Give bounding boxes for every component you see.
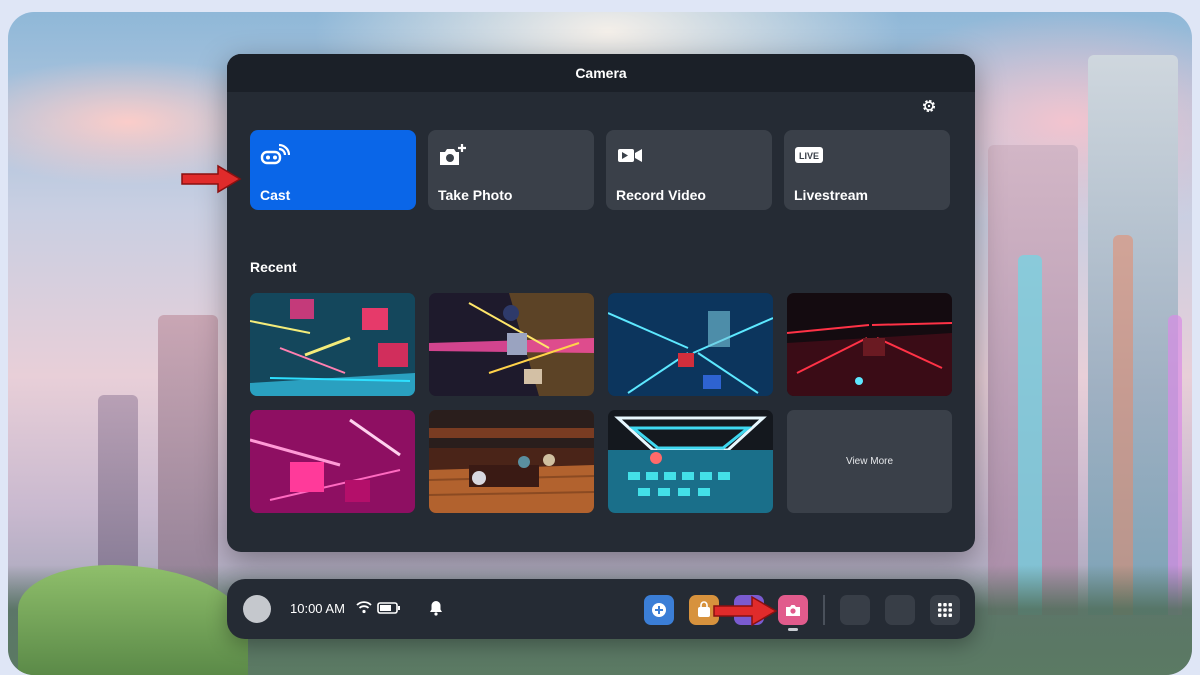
cast-button[interactable]: Cast: [250, 130, 416, 210]
view-more-button[interactable]: View More: [787, 410, 952, 513]
video-camera-icon: [618, 149, 642, 162]
live-badge-text: LIVE: [799, 151, 819, 161]
recent-heading: Recent: [250, 259, 297, 275]
wifi-icon: [356, 601, 372, 614]
recent-capture-thumbnail[interactable]: [608, 410, 773, 513]
take-photo-label: Take Photo: [438, 187, 513, 203]
annotation-arrow-icon: [713, 595, 778, 627]
clock-time: 10:00 AM: [290, 601, 345, 616]
panel-title: Camera: [227, 54, 975, 92]
system-dock: 10:00 AM: [227, 579, 975, 639]
take-photo-button[interactable]: Take Photo: [428, 130, 594, 210]
recent-capture-thumbnail[interactable]: [429, 410, 594, 513]
dock-divider: [823, 595, 825, 625]
empty-dock-slot[interactable]: [885, 595, 915, 625]
annotation-arrow-icon: [181, 164, 242, 194]
background-tower: [1018, 255, 1042, 615]
livestream-label: Livestream: [794, 187, 868, 203]
recent-capture-thumbnail[interactable]: [787, 293, 952, 396]
recent-captures-grid: View More: [250, 293, 952, 513]
camera-add-icon: [440, 144, 466, 165]
add-app-icon[interactable]: [644, 595, 674, 625]
background-tower: [1113, 235, 1133, 615]
recent-capture-thumbnail[interactable]: [608, 293, 773, 396]
recent-capture-thumbnail[interactable]: [250, 293, 415, 396]
camera-panel: Camera Cast Take Photo Record Video LIVE…: [227, 54, 975, 552]
recent-capture-thumbnail[interactable]: [250, 410, 415, 513]
record-video-button[interactable]: Record Video: [606, 130, 772, 210]
record-video-label: Record Video: [616, 187, 706, 203]
view-more-label: View More: [845, 456, 894, 467]
gear-icon[interactable]: [919, 96, 939, 116]
grid-icon[interactable]: [930, 595, 960, 625]
camera-app-icon[interactable]: [778, 595, 808, 625]
recent-capture-thumbnail[interactable]: [429, 293, 594, 396]
avatar[interactable]: [243, 595, 271, 623]
background-tower: [1088, 55, 1178, 615]
live-icon: LIVE: [795, 147, 823, 163]
camera-actions: Cast Take Photo Record Video LIVE Livest…: [250, 130, 950, 210]
empty-dock-slot[interactable]: [840, 595, 870, 625]
bell-icon[interactable]: [429, 600, 443, 616]
active-app-indicator: [788, 628, 798, 631]
cast-icon: [260, 143, 290, 165]
cast-label: Cast: [260, 187, 291, 203]
battery-icon: [377, 602, 400, 614]
livestream-button[interactable]: LIVE Livestream: [784, 130, 950, 210]
